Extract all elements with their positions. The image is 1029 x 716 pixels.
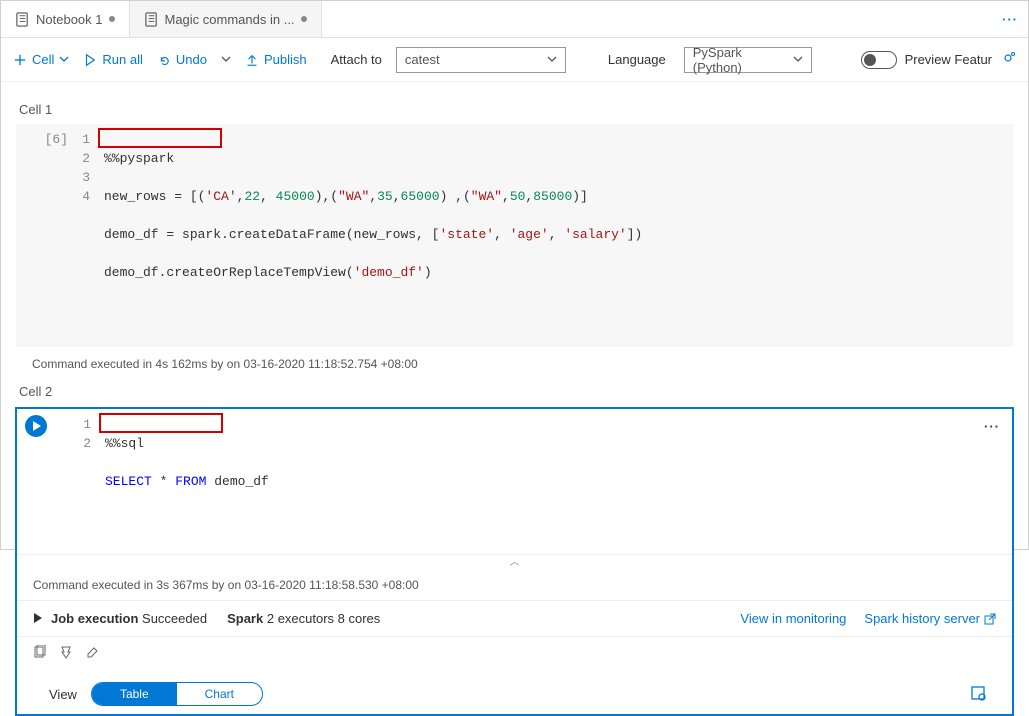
chevron-down-icon [793, 52, 803, 67]
output-view-row: View Table Chart [17, 670, 1012, 714]
spark-history-link[interactable]: Spark history server [864, 611, 996, 626]
spark-detail: 2 executors 8 cores [263, 611, 380, 626]
toggle-off-icon [861, 51, 897, 69]
notebook-icon [15, 12, 30, 27]
publish-label: Publish [264, 52, 307, 67]
code-text: %%pyspark new_rows = [('CA',22, 45000),(… [104, 130, 1003, 339]
output-tools-row [17, 637, 1012, 670]
undo-label: Undo [176, 52, 207, 67]
line-number: 3 [74, 168, 90, 187]
cell-2-status: Command executed in 3s 367ms by on 03-16… [17, 570, 1012, 601]
unsaved-dot-icon [301, 16, 307, 22]
unsaved-dot-icon [109, 16, 115, 22]
preview-label: Preview Featur [905, 52, 992, 67]
magic-command: %%pyspark [104, 151, 174, 166]
pin-icon[interactable] [59, 645, 73, 662]
add-cell-button[interactable]: Cell [13, 52, 69, 67]
view-chart-option[interactable]: Chart [177, 683, 262, 705]
notebook-content: Cell 1 [6] 1 2 3 4 %%pyspark new_rows = … [1, 82, 1028, 716]
tabs-bar: Notebook 1 Magic commands in ... ··· [1, 1, 1028, 38]
run-all-label: Run all [102, 52, 142, 67]
line-gutter: 1 2 3 4 [74, 130, 104, 339]
tab-label: Notebook 1 [36, 12, 103, 27]
toolbar: Cell Run all Undo Publish Attach to cate… [1, 38, 1028, 82]
cell-1-code[interactable]: [6] 1 2 3 4 %%pyspark new_rows = [('CA',… [16, 124, 1013, 347]
line-gutter: 1 2 [75, 415, 105, 548]
job-exec-label: Job execution [51, 611, 138, 626]
job-execution-row: Job execution Succeeded Spark 2 executor… [17, 601, 1012, 637]
undo-button[interactable]: Undo [157, 52, 207, 67]
line-number: 4 [74, 187, 90, 206]
chevron-down-icon[interactable] [221, 52, 231, 67]
run-cell-button[interactable] [25, 415, 47, 437]
chevron-down-icon [547, 52, 557, 67]
cell-2-code[interactable]: 1 2 %%sql SELECT * FROM demo_df [17, 409, 1012, 555]
highlight-annotation [99, 413, 223, 433]
line-number: 2 [75, 434, 91, 453]
tab-notebook-1[interactable]: Notebook 1 [1, 1, 130, 37]
notebook-icon [144, 12, 159, 27]
run-all-button[interactable]: Run all [83, 52, 142, 67]
tabs-overflow[interactable]: ··· [992, 1, 1028, 37]
publish-button[interactable]: Publish [245, 52, 307, 67]
sparkle-icon [1000, 50, 1016, 69]
spark-label: Spark [227, 611, 263, 626]
export-icon[interactable] [970, 685, 986, 704]
chevron-down-icon [59, 52, 69, 67]
play-icon [33, 611, 43, 626]
view-label: View [49, 687, 77, 702]
cell-2: ··· 1 2 %%sql SELECT * FROM demo_df ︿ Co… [15, 407, 1014, 716]
exec-count: [6] [26, 130, 74, 339]
tab-label: Magic commands in ... [165, 12, 295, 27]
tab-magic-commands[interactable]: Magic commands in ... [130, 1, 322, 37]
external-link-icon [984, 613, 996, 625]
attach-to-value: catest [405, 52, 440, 67]
attach-to-select[interactable]: catest [396, 47, 566, 73]
code-text: %%sql SELECT * FROM demo_df [105, 415, 1002, 548]
highlight-annotation [98, 128, 222, 148]
preview-features-toggle[interactable]: Preview Featur [861, 50, 1016, 69]
collapse-caret-icon[interactable]: ︿ [17, 553, 1012, 570]
cell-1: [6] 1 2 3 4 %%pyspark new_rows = [('CA',… [15, 123, 1014, 376]
view-table-option[interactable]: Table [92, 683, 177, 705]
cell-2-label: Cell 2 [19, 384, 1014, 399]
language-select[interactable]: PySpark (Python) [684, 47, 812, 73]
cell-1-label: Cell 1 [19, 102, 1014, 117]
copy-icon[interactable] [33, 645, 47, 662]
view-segmented-control: Table Chart [91, 682, 263, 706]
add-cell-label: Cell [32, 52, 54, 67]
language-label: Language [608, 52, 666, 67]
cell-1-status: Command executed in 4s 162ms by on 03-16… [16, 347, 1013, 375]
view-in-monitoring-link[interactable]: View in monitoring [740, 611, 846, 626]
attach-to-label: Attach to [331, 52, 382, 67]
line-number: 2 [74, 149, 90, 168]
language-value: PySpark (Python) [693, 45, 793, 75]
magic-command: %%sql [105, 436, 144, 451]
eraser-icon[interactable] [85, 645, 99, 662]
line-number: 1 [75, 415, 91, 434]
job-exec-status: Succeeded [138, 611, 207, 626]
line-number: 1 [74, 130, 90, 149]
